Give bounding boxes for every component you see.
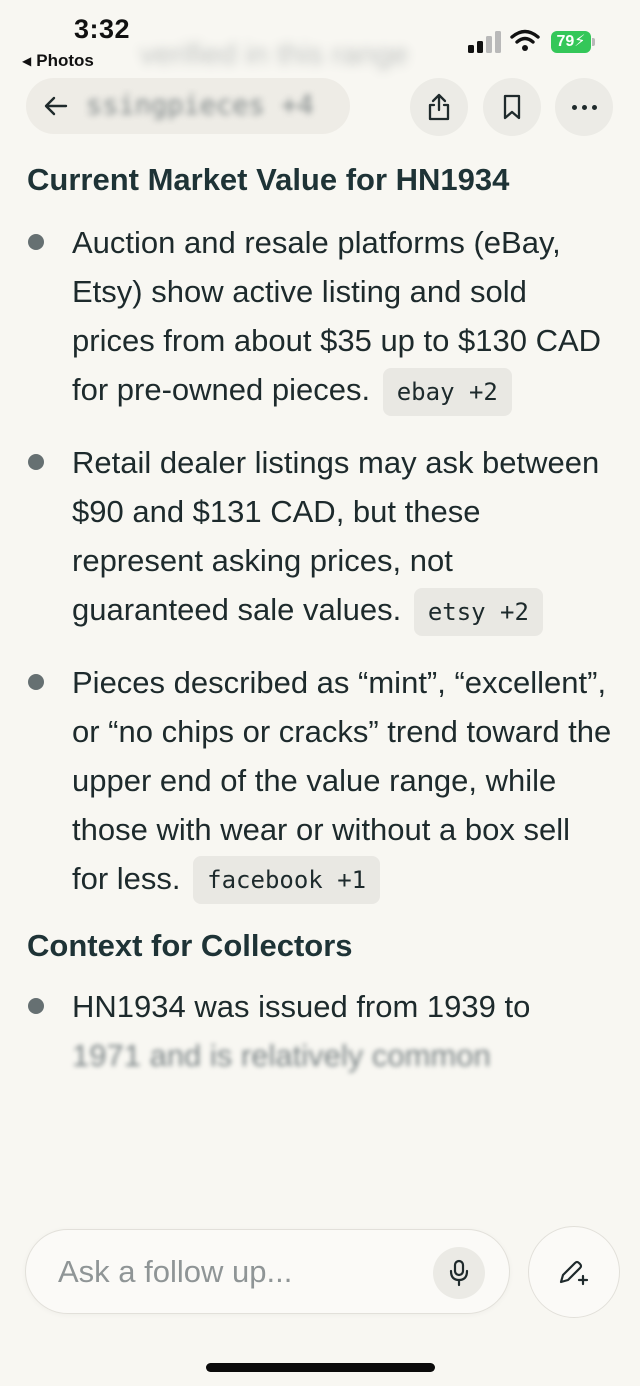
new-thread-icon <box>559 1260 589 1286</box>
more-icon <box>571 104 597 110</box>
cellular-signal-icon <box>468 31 502 53</box>
microphone-icon <box>449 1259 469 1287</box>
list-item: Pieces described as “mint”, “excellent”,… <box>0 658 640 905</box>
share-button[interactable] <box>410 78 468 136</box>
status-time: 3:32 <box>74 14 131 44</box>
market-value-list: Auction and resale platforms (eBay, Etsy… <box>0 218 640 905</box>
voice-input-button[interactable] <box>433 1247 485 1299</box>
status-bar: 3:32 ◀ Photos 79⚡ <box>0 0 640 76</box>
back-app-label: Photos <box>36 51 94 70</box>
charging-bolt-icon: ⚡ <box>574 33 586 50</box>
citation-chip[interactable]: ebay +2 <box>382 367 512 416</box>
citation-chip[interactable]: facebook +1 <box>193 856 381 905</box>
share-icon <box>428 93 450 121</box>
bookmark-icon <box>503 94 521 120</box>
battery-icon: 79⚡ <box>551 31 591 53</box>
back-button[interactable] <box>26 78 86 134</box>
battery-level: 79 <box>556 33 575 50</box>
battery-cap <box>592 38 595 46</box>
list-item: Auction and resale platforms (eBay, Etsy… <box>0 218 640 416</box>
top-nav-bar: ssingpieces +4 <box>0 76 640 138</box>
follow-up-input[interactable] <box>58 1252 418 1292</box>
section-heading-market-value: Current Market Value for HN1934 <box>27 162 510 197</box>
wifi-icon <box>510 29 540 51</box>
bullet-text: Auction and resale platforms (eBay, Etsy… <box>72 225 602 407</box>
bullet-text: HN1934 was issued from 1939 to <box>72 989 531 1025</box>
bullet-text-faded: 1971 and is relatively common <box>72 1038 491 1074</box>
back-to-photos-link[interactable]: ◀ Photos <box>22 51 94 71</box>
more-options-button[interactable] <box>555 78 613 136</box>
arrow-left-icon <box>44 96 68 116</box>
chat-screen: 3:32 ◀ Photos 79⚡ verified in this range <box>0 0 640 1386</box>
list-item: Retail dealer listings may ask between $… <box>0 438 640 636</box>
answer-content: Current Market Value for HN1934 Auction … <box>0 160 640 1080</box>
follow-up-composer[interactable] <box>25 1229 510 1314</box>
new-thread-button[interactable] <box>528 1226 620 1318</box>
list-item: HN1934 was issued from 1939 to 1971 and i… <box>0 982 640 1080</box>
section-heading-context: Context for Collectors <box>27 928 353 964</box>
home-indicator[interactable] <box>206 1363 435 1372</box>
context-list: HN1934 was issued from 1939 to 1971 and i… <box>0 982 640 1080</box>
thread-title: ssingpieces +4 <box>86 90 314 121</box>
bookmark-button[interactable] <box>483 78 541 136</box>
citation-chip[interactable]: etsy +2 <box>413 587 543 636</box>
back-triangle-icon: ◀ <box>22 54 32 68</box>
